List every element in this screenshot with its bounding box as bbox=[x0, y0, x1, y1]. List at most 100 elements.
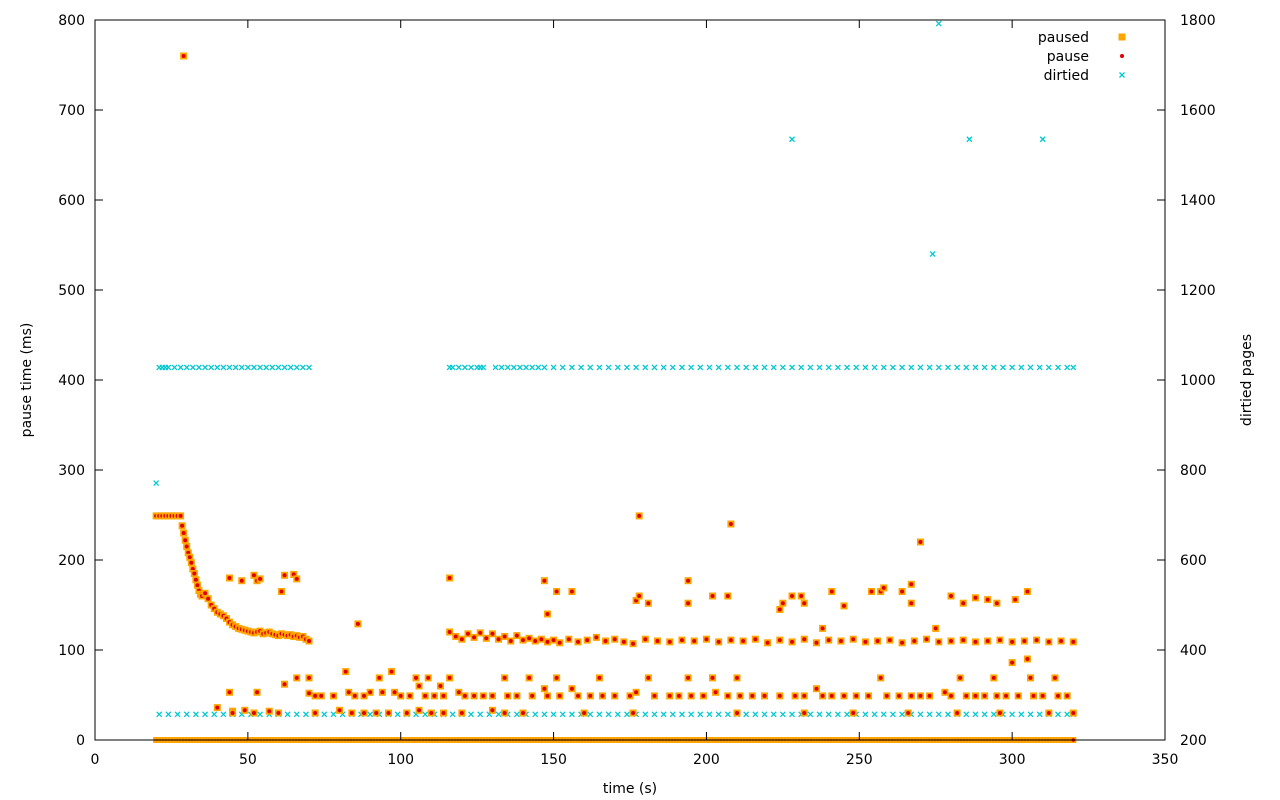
pause-point bbox=[374, 711, 379, 715]
dirtied-point bbox=[614, 364, 621, 371]
legend-marker-paused bbox=[1118, 33, 1126, 41]
pause-point bbox=[679, 638, 684, 643]
pause-point bbox=[189, 560, 194, 565]
pause-point bbox=[646, 601, 651, 606]
pause-point bbox=[728, 522, 733, 526]
dirtied-point bbox=[281, 364, 288, 371]
pause-point bbox=[588, 693, 593, 698]
pause-point bbox=[851, 711, 856, 715]
dirtied-point bbox=[171, 364, 178, 371]
dirtied-point bbox=[541, 711, 548, 718]
pause-point bbox=[521, 638, 525, 643]
pause-point bbox=[183, 538, 188, 543]
pause-point bbox=[307, 691, 311, 696]
x-tick-label: 150 bbox=[540, 752, 567, 768]
pause-point bbox=[533, 639, 538, 643]
pause-point bbox=[949, 639, 953, 643]
dirtied-point bbox=[535, 364, 542, 371]
pause-point bbox=[438, 684, 443, 688]
dirtied-point bbox=[510, 364, 517, 371]
pause-point bbox=[180, 523, 185, 528]
legend-label-pause: pause bbox=[1047, 49, 1089, 65]
pause-point bbox=[362, 711, 367, 715]
pause-point bbox=[686, 675, 691, 680]
dirtied-point bbox=[1070, 364, 1077, 371]
pause-point bbox=[780, 601, 785, 606]
dirtied-point bbox=[743, 711, 750, 718]
dirtied-point bbox=[306, 364, 312, 371]
pause-point bbox=[542, 686, 547, 691]
y2-tick-label: 200 bbox=[1180, 733, 1207, 749]
dirtied-point bbox=[183, 364, 190, 371]
dirtied-point bbox=[541, 364, 548, 371]
pause-point bbox=[790, 594, 795, 598]
dirtied-point bbox=[899, 711, 906, 718]
dirtied-point bbox=[926, 364, 933, 371]
pause-point bbox=[933, 626, 938, 631]
pause-point bbox=[725, 693, 730, 698]
pause-point bbox=[447, 675, 452, 680]
pause-point bbox=[918, 693, 923, 698]
y2-tick-label: 1400 bbox=[1180, 193, 1216, 209]
pause-point bbox=[389, 669, 394, 674]
pause-point bbox=[282, 573, 287, 578]
dirtied-point bbox=[455, 364, 462, 371]
pause-point bbox=[554, 589, 559, 594]
pause-point bbox=[985, 639, 990, 643]
pause-point bbox=[973, 595, 978, 600]
pause-point bbox=[481, 693, 486, 698]
pause-point bbox=[319, 693, 324, 698]
y2-tick-label: 400 bbox=[1180, 643, 1207, 659]
pause-point bbox=[997, 711, 1002, 715]
dirtied-point bbox=[834, 364, 841, 371]
dirtied-point bbox=[633, 364, 640, 371]
y-tick-label: 700 bbox=[58, 103, 85, 119]
dirtied-point bbox=[889, 364, 896, 371]
pause-point bbox=[686, 578, 691, 583]
dirtied-point bbox=[779, 364, 786, 371]
dirtied-point bbox=[238, 364, 245, 371]
dirtied-point bbox=[1009, 364, 1016, 371]
dirtied-point bbox=[669, 711, 676, 718]
pause-point bbox=[631, 711, 636, 715]
pause-point bbox=[949, 693, 953, 698]
pause-point bbox=[404, 711, 409, 715]
dirtied-point bbox=[257, 364, 264, 371]
pause-point bbox=[790, 639, 795, 644]
pause-point bbox=[307, 639, 311, 643]
pause-point bbox=[1056, 693, 1060, 698]
pause-point bbox=[909, 693, 914, 698]
pause-point bbox=[826, 638, 831, 643]
pause-point bbox=[994, 601, 999, 606]
pause-point bbox=[1010, 660, 1015, 665]
pause-point bbox=[802, 693, 807, 698]
dirtied-point bbox=[770, 711, 777, 718]
dirtied-point bbox=[587, 364, 594, 371]
dirtied-point bbox=[287, 364, 294, 371]
dirtied-point bbox=[623, 711, 630, 718]
pause-point bbox=[802, 601, 807, 606]
pause-point bbox=[181, 531, 186, 535]
pause-point bbox=[1010, 639, 1015, 644]
dirtied-point bbox=[174, 711, 181, 718]
pause-point bbox=[472, 693, 477, 698]
pause-point bbox=[628, 693, 632, 698]
dirtied-point bbox=[330, 711, 337, 718]
pause-point bbox=[456, 690, 461, 695]
pause-point bbox=[1004, 693, 1009, 698]
pause-point bbox=[178, 513, 183, 518]
pause-point bbox=[869, 589, 874, 594]
dirtied-point bbox=[263, 364, 270, 371]
pause-point bbox=[875, 639, 880, 643]
pause-point bbox=[459, 637, 464, 642]
dirtied-point bbox=[816, 711, 823, 718]
pause-point bbox=[820, 626, 825, 631]
y-axis-label: pause time (ms) bbox=[19, 323, 35, 438]
dirtied-point bbox=[614, 711, 621, 718]
pause-point bbox=[900, 640, 905, 645]
pause-point bbox=[276, 711, 281, 715]
y2-axis-label: dirtied pages bbox=[1239, 334, 1255, 426]
pause-point bbox=[313, 711, 318, 715]
dirtied-point bbox=[605, 711, 612, 718]
legend-marker-dirtied bbox=[1119, 72, 1125, 78]
